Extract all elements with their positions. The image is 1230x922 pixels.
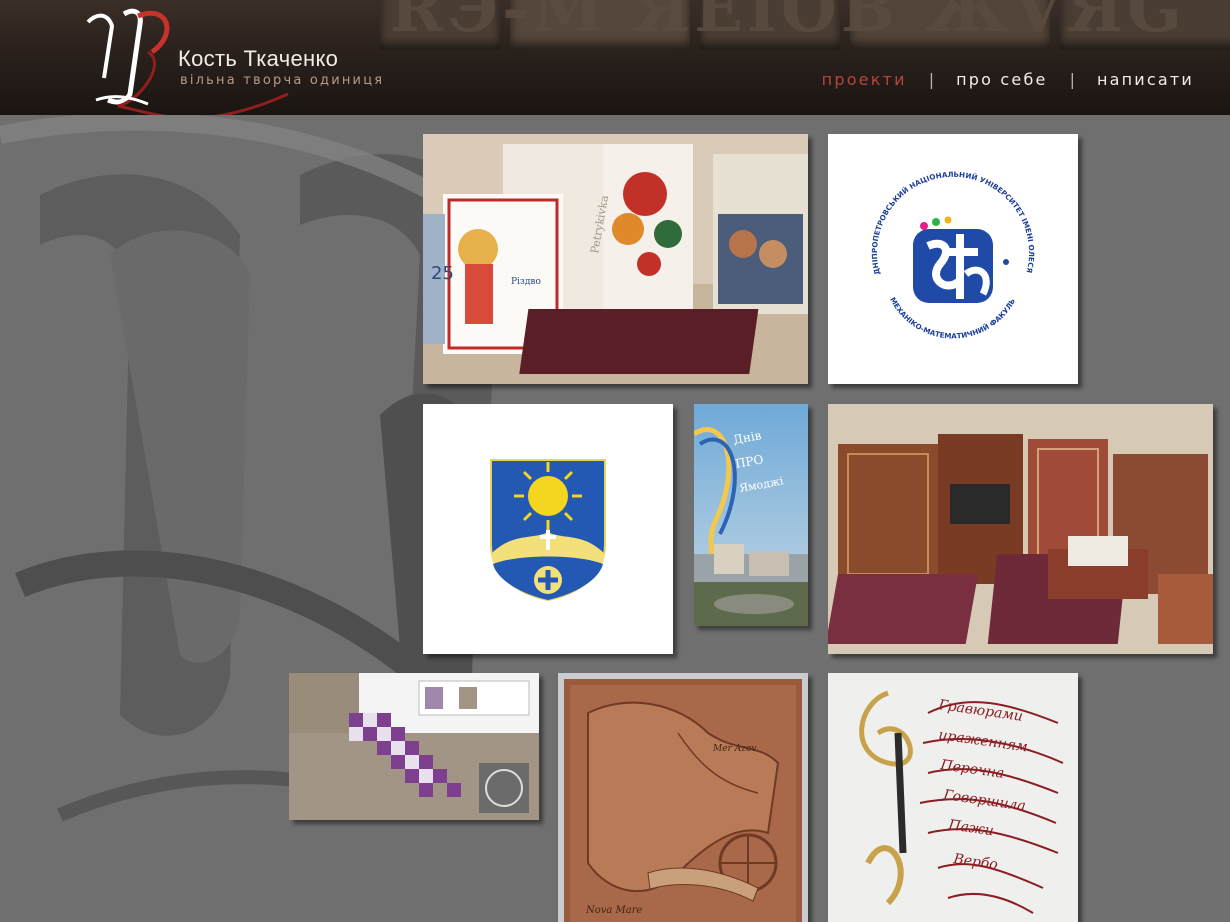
project-tile-folk-books[interactable]: Різдво 25 Petrykivka: [423, 134, 808, 384]
university-logo-image: ДНІПРОПЕТРОВСЬКИЙ НАЦІОНАЛЬНИЙ УНІВЕРСИТ…: [828, 134, 1078, 384]
calligraphy-image: Гравюрами ираженням Перочна Говоршила Па…: [828, 673, 1078, 922]
floor-plan-image: [289, 673, 539, 820]
coat-of-arms-image: [423, 404, 673, 654]
svg-text:Nova Mare: Nova Mare: [585, 905, 643, 916]
nav-about[interactable]: про себе: [956, 70, 1047, 89]
nav-contact[interactable]: написати: [1097, 70, 1194, 89]
nav-projects[interactable]: проекти: [822, 70, 907, 89]
project-tile-coat-of-arms[interactable]: [423, 404, 673, 654]
folk-books-image: Різдво 25 Petrykivka: [423, 134, 808, 384]
header-typeset-photo: RЭ-M ЯEIOB ЖVЯG: [380, 0, 1230, 60]
site-header: RЭ-M ЯEIOB ЖVЯG Кость Ткаченко вільна тв…: [0, 0, 1230, 115]
project-tile-city-poster[interactable]: Днів ПРО Ямоджі: [694, 404, 808, 626]
main-nav: проекти | про себе | написати: [822, 70, 1194, 89]
brand-subtitle: вільна творча одиниця: [180, 73, 385, 88]
project-tile-carved-map[interactable]: Nova Mare Mer Azov: [558, 673, 808, 922]
svg-text:Mer Azov: Mer Azov: [712, 744, 756, 754]
svg-text:25: 25: [431, 263, 454, 284]
brand-name[interactable]: Кость Ткаченко: [178, 46, 338, 72]
leather-books-image: [828, 404, 1213, 654]
svg-text:Різдво: Різдво: [511, 277, 541, 287]
nav-separator: |: [1069, 70, 1075, 89]
project-tile-calligraphy[interactable]: Гравюрами ираженням Перочна Говоршила Па…: [828, 673, 1078, 922]
nav-separator: |: [928, 70, 935, 89]
carved-map-image: Nova Mare Mer Azov: [558, 673, 808, 922]
city-poster-image: Днів ПРО Ямоджі: [694, 404, 808, 626]
project-tile-floor-plan[interactable]: [289, 673, 539, 820]
project-tile-leather-books[interactable]: [828, 404, 1213, 654]
project-tile-university-logo[interactable]: ДНІПРОПЕТРОВСЬКИЙ НАЦІОНАЛЬНИЙ УНІВЕРСИТ…: [828, 134, 1078, 384]
